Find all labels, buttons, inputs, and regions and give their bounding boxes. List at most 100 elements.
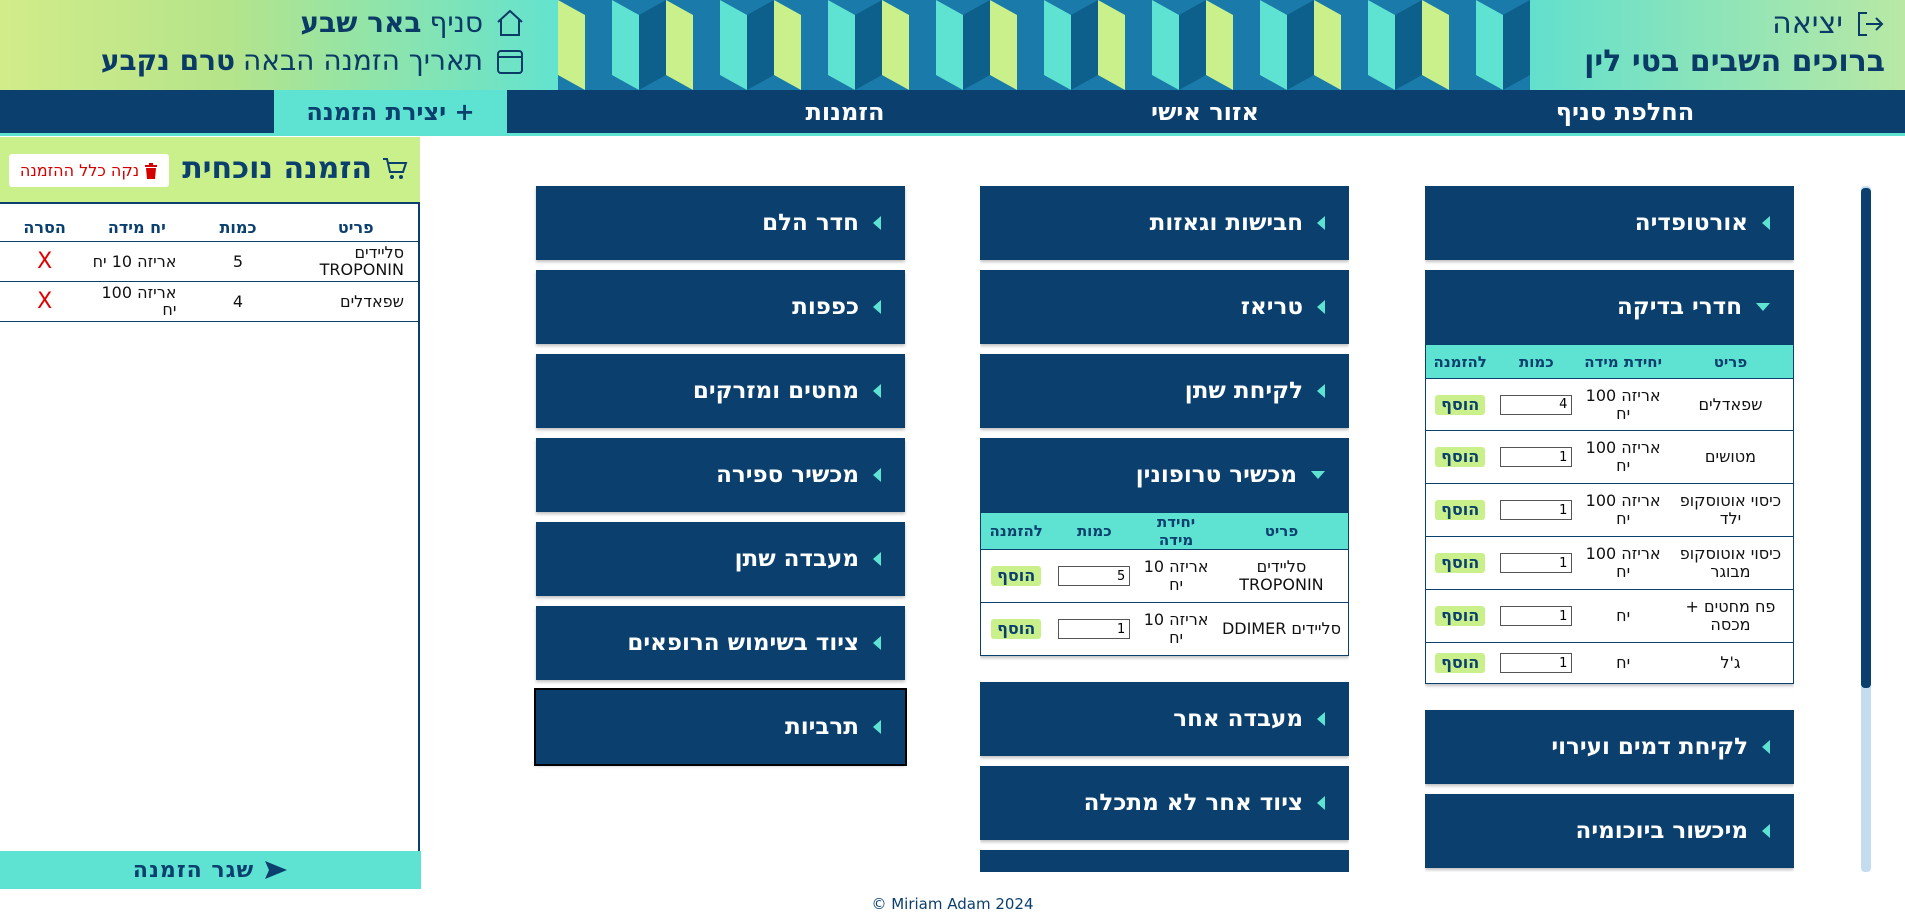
- nav-switch-branch[interactable]: החלפת סניף: [1480, 90, 1770, 133]
- category-biochem[interactable]: מיכשור ביוכומיה: [1425, 794, 1794, 868]
- category-label[interactable]: לקיחת שתן: [1185, 378, 1303, 404]
- item-unit: יח: [1578, 642, 1668, 684]
- item-name: שפאדלים: [1667, 378, 1794, 431]
- branch-prefix: סניף: [429, 6, 483, 39]
- category-needles[interactable]: מחטים ומזרקים: [536, 354, 905, 428]
- category-gloves[interactable]: כפפות: [536, 270, 905, 344]
- caret-left-icon: [873, 216, 881, 230]
- add-cell: הוסף: [980, 549, 1052, 603]
- category-label[interactable]: חבישות וגאזות: [1150, 210, 1303, 236]
- add-button[interactable]: הוסף: [1435, 606, 1486, 626]
- category-label[interactable]: מכשיר טרופונין: [1136, 462, 1297, 488]
- logout-label[interactable]: יציאה: [1772, 6, 1843, 41]
- category-label[interactable]: מחטים ומזרקים: [693, 378, 859, 404]
- quantity-input[interactable]: [1500, 394, 1573, 415]
- add-button[interactable]: הוסף: [1435, 394, 1486, 415]
- category-partial[interactable]: [980, 850, 1349, 872]
- logout-link[interactable]: יציאה: [1772, 6, 1885, 41]
- category-label[interactable]: אורטופדיה: [1635, 210, 1748, 236]
- add-button[interactable]: הוסף: [1435, 653, 1486, 673]
- qty-cell: [1494, 430, 1579, 484]
- category-label[interactable]: מיכשור ביוכומיה: [1576, 818, 1748, 844]
- submit-order-label[interactable]: שגר הזמנה: [133, 858, 254, 883]
- category-other-equipment[interactable]: ציוד אחר לא מתכלה: [980, 766, 1349, 840]
- caret-down-icon: [1311, 471, 1325, 479]
- quantity-input[interactable]: [1500, 606, 1573, 627]
- category-shock-room[interactable]: חדר הלם: [536, 186, 905, 260]
- cart-row: סליידים TROPONIN 5 אריזה 10 יח X: [0, 241, 420, 282]
- quantity-input[interactable]: [1058, 619, 1131, 640]
- category-label[interactable]: מכשיר ספירה: [716, 462, 859, 488]
- quantity-input[interactable]: [1500, 447, 1573, 468]
- category-label[interactable]: לקיחת דמים ועירוי: [1551, 734, 1748, 760]
- add-button[interactable]: הוסף: [1435, 500, 1486, 520]
- add-cell: הוסף: [1425, 589, 1495, 643]
- quantity-input[interactable]: [1500, 653, 1573, 674]
- table-row: כיסוי אוטוסקופ ילד אריזה 100 יח הוסף: [1425, 483, 1794, 537]
- item-name: כיסוי אוטוסקופ ילד: [1667, 483, 1794, 537]
- category-orthopedics[interactable]: אורטופדיה: [1425, 186, 1794, 260]
- category-label[interactable]: ציוד אחר לא מתכלה: [1084, 790, 1303, 816]
- item-unit: אריזה 100 יח: [1578, 378, 1668, 431]
- logout-icon[interactable]: [1855, 9, 1885, 39]
- category-label[interactable]: כפפות: [792, 294, 859, 320]
- nav-create-order[interactable]: + יצירת הזמנה: [274, 90, 507, 133]
- clear-order-label[interactable]: נקה כלל ההזמנה: [20, 161, 139, 180]
- quantity-input[interactable]: [1500, 553, 1573, 574]
- next-order-date: תאריך הזמנה הבאה טרם נקבע: [101, 44, 525, 77]
- nav-personal-area[interactable]: אזור אישי: [1060, 90, 1350, 133]
- submit-order-button[interactable]: שגר הזמנה: [0, 851, 421, 889]
- table-row: סליידים TROPONIN אריזה 10 יח הוסף: [980, 549, 1349, 603]
- category-label[interactable]: טריאז: [1241, 294, 1303, 320]
- add-button[interactable]: הוסף: [991, 566, 1042, 586]
- nav-orders[interactable]: הזמנות: [700, 90, 990, 133]
- category-triage[interactable]: טריאז: [980, 270, 1349, 344]
- cart-col-qty: כמות: [184, 215, 292, 242]
- category-counter[interactable]: מכשיר ספירה: [536, 438, 905, 512]
- remove-item-button[interactable]: X: [0, 281, 90, 322]
- item-name: ג'ל: [1667, 642, 1794, 684]
- item-unit: אריזה 10 יח: [1137, 602, 1215, 656]
- add-button[interactable]: הוסף: [991, 619, 1042, 639]
- category-label[interactable]: ציוד בשימוש הרופאים: [627, 630, 859, 656]
- add-cell: הוסף: [1425, 642, 1495, 684]
- category-blood-draw[interactable]: לקיחת דמים ועירוי: [1425, 710, 1794, 784]
- add-cell: הוסף: [1425, 378, 1495, 431]
- caret-left-icon: [1317, 300, 1325, 314]
- cart-item-qty: 4: [184, 281, 292, 322]
- category-label[interactable]: חדרי בדיקה: [1617, 294, 1742, 320]
- add-button[interactable]: הוסף: [1435, 447, 1486, 467]
- item-name: כיסוי אוטוסקופ מבוגר: [1667, 536, 1794, 590]
- category-troponin-device[interactable]: מכשיר טרופונין פריט יחידת מידה כמות להזמ…: [980, 438, 1349, 656]
- category-label[interactable]: תרביות: [785, 714, 859, 740]
- next-order-value: טרם נקבע: [100, 44, 235, 77]
- scrollbar-thumb[interactable]: [1861, 188, 1871, 688]
- category-urine-lab[interactable]: מעבדה שתן: [536, 522, 905, 596]
- item-unit: אריזה 10 יח: [1137, 549, 1215, 603]
- add-cell: הוסף: [980, 602, 1052, 656]
- category-label[interactable]: חדר הלם: [762, 210, 859, 236]
- category-urine[interactable]: לקיחת שתן: [980, 354, 1349, 428]
- clear-order-button[interactable]: נקה כלל ההזמנה: [9, 154, 169, 187]
- category-doctors-equipment[interactable]: ציוד בשימוש הרופאים: [536, 606, 905, 680]
- category-cultures[interactable]: תרביות: [534, 688, 907, 766]
- caret-left-icon: [873, 636, 881, 650]
- trash-icon[interactable]: [144, 162, 158, 179]
- qty-cell: [1494, 642, 1579, 684]
- send-icon[interactable]: [264, 860, 288, 880]
- add-button[interactable]: הוסף: [1435, 553, 1486, 573]
- category-bandages[interactable]: חבישות וגאזות: [980, 186, 1349, 260]
- items-header-row: פריט יחידת מידה כמות להזמנה: [1425, 344, 1794, 379]
- remove-item-button[interactable]: X: [0, 241, 90, 282]
- col-qty: כמות: [1494, 344, 1579, 379]
- category-label[interactable]: מעבדה שתן: [735, 546, 859, 572]
- next-order-label: תאריך הזמנה הבאה: [242, 44, 483, 77]
- current-order-title: הזמנה נוכחית: [182, 151, 408, 186]
- category-label[interactable]: מעבדה אחר: [1173, 706, 1303, 732]
- quantity-input[interactable]: [1500, 500, 1573, 521]
- quantity-input[interactable]: [1058, 566, 1131, 587]
- category-exam-rooms[interactable]: חדרי בדיקה פריט יחידת מידה כמות להזמנה ש…: [1425, 270, 1794, 684]
- col-unit: יחידת מידה: [1137, 512, 1215, 550]
- home-icon: [495, 8, 525, 38]
- category-other-lab[interactable]: מעבדה אחר: [980, 682, 1349, 756]
